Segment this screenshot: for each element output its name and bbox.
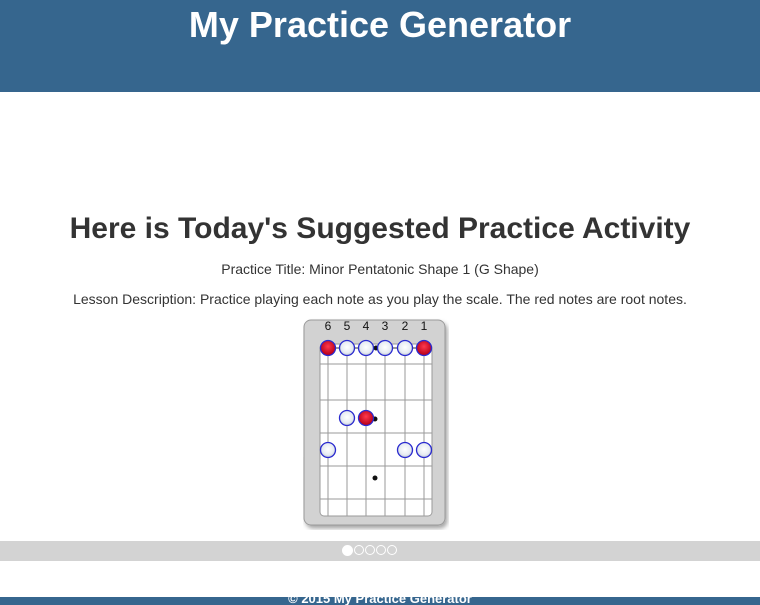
scale-note <box>338 409 356 427</box>
carousel-dot[interactable] <box>376 545 386 555</box>
string-number-label: 1 <box>421 319 428 333</box>
site-footer: © 2015 My Practice Generator <box>0 597 760 605</box>
fret-marker-dot <box>372 475 378 481</box>
string-number-label: 6 <box>325 319 332 333</box>
fretboard-diagram: 654321 <box>303 319 446 526</box>
scale-note <box>396 339 414 357</box>
scale-note <box>338 339 356 357</box>
root-note <box>319 339 337 357</box>
scale-note <box>357 339 375 357</box>
carousel-dot[interactable] <box>342 545 353 556</box>
site-title: My Practice Generator <box>188 4 572 45</box>
string-number-label: 3 <box>382 319 389 333</box>
scale-note <box>376 339 394 357</box>
scale-note <box>396 441 414 459</box>
root-note <box>357 409 375 427</box>
string-number-label: 2 <box>402 319 409 333</box>
string-number-label: 5 <box>344 319 351 333</box>
carousel-dot[interactable] <box>387 545 397 555</box>
fretboard-panel <box>319 343 433 517</box>
scale-note <box>319 441 337 459</box>
page-heading: Here is Today's Suggested Practice Activ… <box>69 212 691 245</box>
scale-note <box>415 441 433 459</box>
carousel-dot[interactable] <box>354 545 364 555</box>
scale-diagram: 654321 <box>303 318 449 530</box>
carousel-dot[interactable] <box>365 545 375 555</box>
site-header: My Practice Generator <box>0 0 760 92</box>
carousel-dots <box>342 545 398 557</box>
lesson-description: Lesson Description: Practice playing eac… <box>73 291 687 307</box>
string-number-label: 4 <box>363 319 370 333</box>
footer-text: © 2015 My Practice Generator <box>288 597 472 605</box>
carousel-indicator-bar <box>0 541 760 561</box>
root-note <box>415 339 433 357</box>
practice-title: Practice Title: Minor Pentatonic Shape 1… <box>221 261 539 277</box>
